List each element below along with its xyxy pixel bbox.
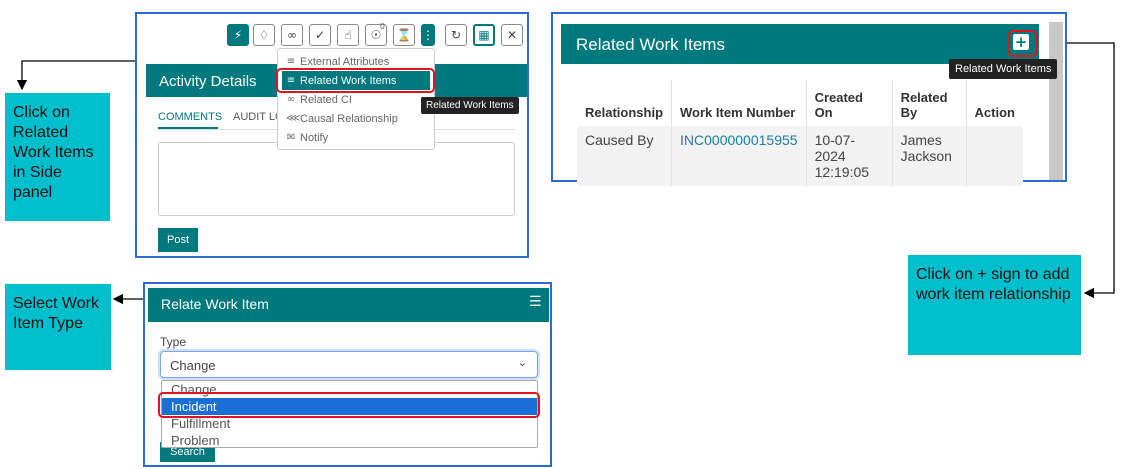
type-label: Type <box>160 335 187 349</box>
activity-icon[interactable]: ⚡ <box>227 24 249 46</box>
comment-textarea[interactable] <box>158 142 515 216</box>
col-action: Action <box>974 105 1015 120</box>
thumbs-up-icon[interactable]: ☝ <box>337 24 359 46</box>
table-header-row: Relationship Work Item Number Created On… <box>577 80 1023 126</box>
highlight-related-work-items <box>276 68 435 93</box>
tooltip-related-add: Related Work Items <box>949 59 1058 79</box>
cell-created-on: 10-07-2024 12:19:05 <box>806 126 893 186</box>
refresh-icon[interactable]: ↻ <box>445 24 467 46</box>
cell-relationship: Caused By <box>577 126 673 186</box>
highlight-incident-option <box>158 392 540 418</box>
link-icon: ∞ <box>286 94 296 105</box>
option-problem[interactable]: Problem <box>162 432 537 449</box>
more-menu: ≡ External Attributes ≡ Related Work Items… <box>277 48 435 150</box>
cell-action <box>966 126 1023 186</box>
activity-panel-frame: ⚡ ♢ ∞ ✓ ☝ ☉ 0 ⌛ ⋮ ↻ ▦ ✕ Activity Details … <box>135 12 529 258</box>
related-panel-frame: Related Work Items + Related Work Items … <box>551 12 1067 186</box>
hourglass-icon[interactable]: ⌛ <box>393 24 415 46</box>
tooltip-related-work-items: Related Work Items <box>421 97 519 114</box>
table-row: Caused By INC000000015955 10-07-2024 12:… <box>577 126 1023 186</box>
cell-work-item-number[interactable]: INC000000015955 <box>671 126 807 186</box>
list-menu-icon[interactable]: ☰ <box>529 294 542 310</box>
col-work-item-number[interactable]: Work Item Number <box>671 80 807 126</box>
more-vertical-icon[interactable]: ⋮ <box>421 24 435 46</box>
menu-item-notify[interactable]: ✉ Notify <box>278 128 434 147</box>
type-select-value: Change <box>170 358 216 373</box>
type-select[interactable]: Change ⌄ <box>160 351 538 378</box>
eye-badge: 0 <box>379 22 385 31</box>
cell-related-by: James Jackson <box>892 126 967 186</box>
save-icon[interactable]: ▦ <box>473 24 495 46</box>
tab-audit-log[interactable]: AUDIT LO <box>233 111 284 123</box>
list-icon: ≡ <box>286 56 296 67</box>
tag-icon[interactable]: ♢ <box>253 24 275 46</box>
close-icon[interactable]: ✕ <box>501 24 523 46</box>
col-created-on[interactable]: Created On <box>806 80 893 126</box>
related-title: Related Work Items <box>576 35 725 54</box>
related-table: Relationship Work Item Number Created On… <box>577 80 1023 186</box>
relate-panel-frame: Relate Work Item ☰ Type Change ⌄ Search … <box>143 282 552 467</box>
tab-comments[interactable]: COMMENTS <box>158 111 222 123</box>
chevron-down-icon: ⌄ <box>517 356 527 369</box>
col-related-by[interactable]: Related By <box>892 80 967 126</box>
highlight-plus-button <box>1008 30 1037 57</box>
eye-icon[interactable]: ☉ 0 <box>365 22 387 46</box>
paperclip-icon[interactable]: ∞ <box>281 24 303 46</box>
relate-title: Relate Work Item <box>161 296 269 312</box>
related-scrollbar[interactable] <box>1049 22 1063 180</box>
activity-title: Activity Details <box>159 73 257 90</box>
menu-item-causal-relationship[interactable]: ⋘ Causal Relationship <box>278 109 434 128</box>
col-relationship[interactable]: Relationship <box>577 80 673 126</box>
clipboard-check-icon[interactable]: ✓ <box>309 24 331 46</box>
megaphone-icon: ✉ <box>286 132 296 143</box>
post-button[interactable]: Post <box>158 228 198 252</box>
share-icon: ⋘ <box>286 113 301 124</box>
